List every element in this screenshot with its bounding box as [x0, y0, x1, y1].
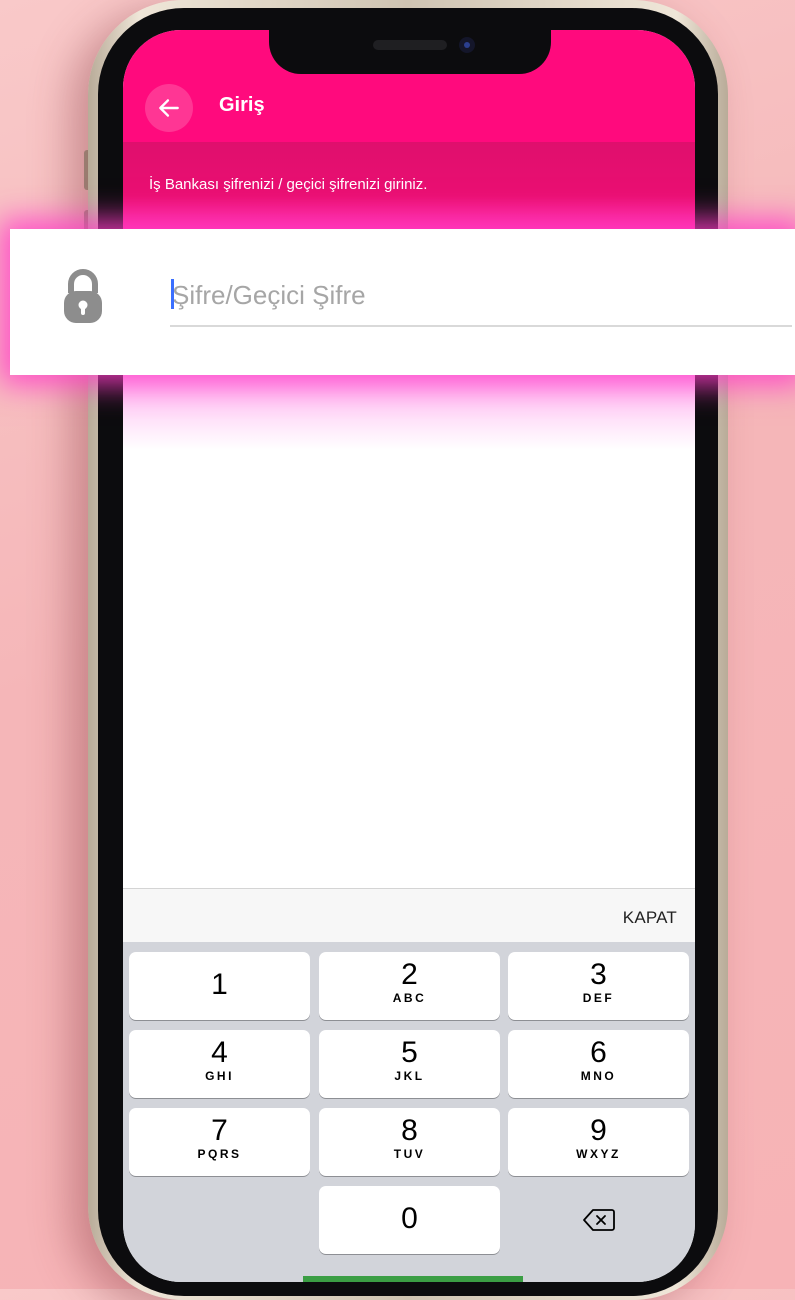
key-9[interactable]: 9 WXYZ — [508, 1108, 689, 1176]
key-letters: JKL — [394, 1069, 425, 1083]
key-digit: 7 — [211, 1114, 228, 1147]
app-bar: Giriş — [123, 30, 695, 142]
key-digit: 3 — [590, 958, 607, 991]
key-digit: 8 — [401, 1114, 418, 1147]
key-digit: 4 — [211, 1036, 228, 1069]
key-0[interactable]: 0 — [319, 1186, 500, 1254]
backspace-icon — [582, 1209, 615, 1231]
phone-screen: Giriş İş Bankası şifrenizi / geçici şifr… — [123, 30, 695, 1282]
instruction-banner: İş Bankası şifrenizi / geçici şifrenizi … — [123, 142, 695, 232]
key-digit: 1 — [211, 968, 228, 1001]
password-input[interactable] — [170, 265, 792, 327]
key-digit: 0 — [401, 1202, 418, 1235]
key-4[interactable]: 4 GHI — [129, 1030, 310, 1098]
key-8[interactable]: 8 TUV — [319, 1108, 500, 1176]
front-camera — [459, 37, 475, 53]
lock-icon — [64, 269, 102, 323]
key-3[interactable]: 3 DEF — [508, 952, 689, 1020]
key-digit: 9 — [590, 1114, 607, 1147]
close-keyboard-button[interactable]: KAPAT — [623, 908, 677, 928]
card-glow — [123, 370, 695, 450]
page-title: Giriş — [219, 94, 265, 116]
key-letters: WXYZ — [576, 1147, 621, 1161]
delete-key[interactable] — [508, 1186, 689, 1254]
back-button[interactable] — [145, 84, 193, 132]
key-digit: 2 — [401, 958, 418, 991]
key-letters: DEF — [582, 991, 615, 1005]
arrow-left-icon — [159, 99, 179, 117]
key-letters: GHI — [205, 1069, 234, 1083]
home-indicator — [303, 1276, 523, 1282]
key-digit: 6 — [590, 1036, 607, 1069]
key-letters: PQRS — [197, 1147, 242, 1161]
numeric-keypad: 1 2 ABC 3 DEF 4 GHI 5 JKL 6 MNO 7 PQRS 8… — [123, 942, 695, 1282]
key-1[interactable]: 1 — [129, 952, 310, 1020]
phone-notch — [269, 30, 551, 74]
keyboard-toolbar: KAPAT — [123, 888, 695, 943]
key-letters: TUV — [393, 1147, 426, 1161]
key-6[interactable]: 6 MNO — [508, 1030, 689, 1098]
instruction-text: İş Bankası şifrenizi / geçici şifrenizi … — [149, 176, 428, 193]
key-7[interactable]: 7 PQRS — [129, 1108, 310, 1176]
key-2[interactable]: 2 ABC — [319, 952, 500, 1020]
password-card — [10, 229, 795, 375]
key-5[interactable]: 5 JKL — [319, 1030, 500, 1098]
key-letters: ABC — [392, 991, 427, 1005]
key-digit: 5 — [401, 1036, 418, 1069]
text-caret — [171, 279, 174, 309]
key-letters: MNO — [580, 1069, 617, 1083]
speaker-grille — [373, 40, 447, 50]
